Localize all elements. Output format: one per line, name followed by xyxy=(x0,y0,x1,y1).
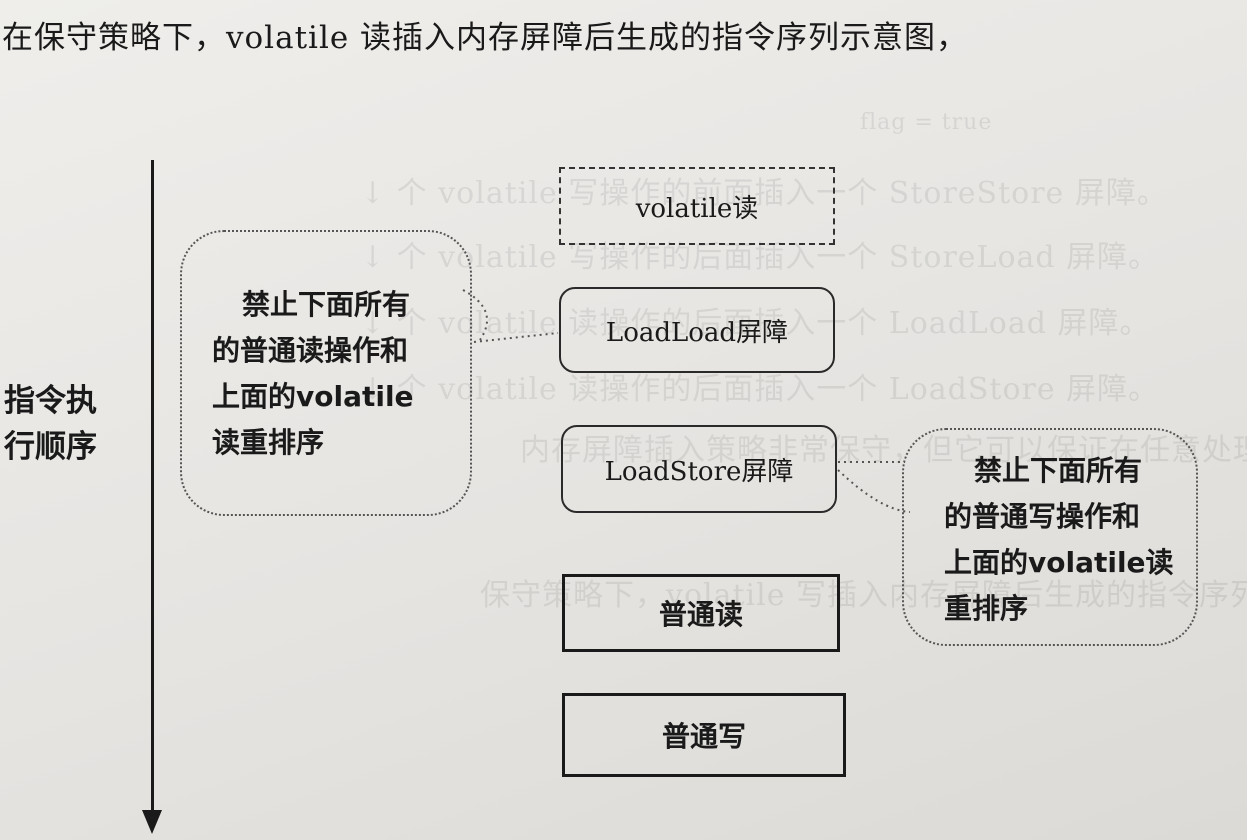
normal-write-box: 普通写 xyxy=(562,693,846,777)
loadstore-explanation-callout: 禁止下面所有 的普通写操作和 上面的volatile读 重排序 xyxy=(902,428,1198,646)
volatile-read-box: volatile读 xyxy=(559,167,835,245)
callout-text-line: 的普通写操作和 xyxy=(944,500,1141,533)
axis-label-line-2: 行顺序 xyxy=(4,429,97,465)
axis-label-line-1: 指令执 xyxy=(4,383,97,419)
right-callout-pointer xyxy=(837,469,911,513)
loadload-barrier-box: LoadLoad屏障 xyxy=(559,287,835,373)
callout-text-line: 上面的volatile xyxy=(212,380,414,413)
loadstore-barrier-box: LoadStore屏障 xyxy=(561,425,837,513)
callout-text-line: 重排序 xyxy=(944,592,1029,625)
book-page: ↓ 个 volatile 写操作的前面插入一个 StoreStore 屏障。 ↓… xyxy=(0,0,1247,840)
callout-text-line: 上面的volatile读 xyxy=(944,546,1174,579)
normal-read-box: 普通读 xyxy=(562,574,840,652)
figure-caption: 在保守策略下，volatile 读插入内存屏障后生成的指令序列示意图， xyxy=(2,20,969,56)
axis-label: 指令执 行顺序 xyxy=(4,378,114,470)
show-through-text: flag = true xyxy=(860,110,993,135)
execution-order-axis xyxy=(151,160,154,815)
loadload-explanation-callout: 禁止下面所有 的普通读操作和 上面的volatile 读重排序 xyxy=(180,230,472,516)
callout-text-line: 禁止下面所有 xyxy=(974,454,1143,487)
axis-arrow-head xyxy=(142,810,162,834)
callout-text-line: 读重排序 xyxy=(212,426,325,459)
callout-text-line: 的普通读操作和 xyxy=(212,334,409,367)
callout-text-line: 禁止下面所有 xyxy=(242,288,411,321)
